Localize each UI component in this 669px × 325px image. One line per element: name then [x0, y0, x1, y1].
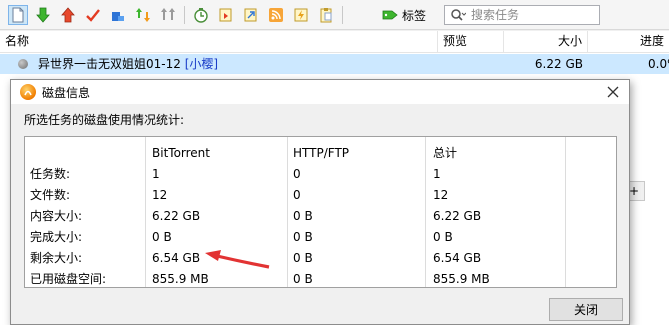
task-size: 6.22 GB: [534, 57, 583, 71]
stat-value: 6.54 GB: [152, 251, 201, 265]
task-progress: 0.0%: [648, 57, 669, 71]
stat-label: 完成大小:: [30, 230, 83, 244]
tag-label[interactable]: 标签: [402, 7, 426, 24]
stat-label: 已用磁盘空间:: [30, 272, 107, 286]
import-icon[interactable]: [216, 5, 236, 25]
column-name[interactable]: 名称: [0, 31, 438, 53]
stat-value: 6.22 GB: [152, 209, 201, 223]
stat-value: 1: [152, 167, 160, 181]
toolbar-separator: [342, 6, 343, 24]
priority-arrows-icon[interactable]: [133, 5, 153, 25]
clipboard-icon[interactable]: [316, 5, 336, 25]
close-icon[interactable]: [601, 81, 625, 103]
column-divider: [287, 137, 288, 287]
checkmark-icon[interactable]: [83, 5, 103, 25]
disk-stats-table: BitTorrent HTTP/FTP 总计 任务数: 1 0 1 文件数: 1…: [24, 136, 617, 288]
tag-icon[interactable]: [380, 5, 400, 25]
toolbar-separator: [184, 6, 185, 24]
header-total: 总计: [433, 146, 458, 160]
close-button[interactable]: 关闭: [549, 298, 623, 321]
task-row[interactable]: 异世界一击无双姐姐01-12 [小樱] 6.22 GB 0.0%: [0, 54, 669, 74]
search-input[interactable]: [471, 8, 596, 22]
search-icon[interactable]: [445, 6, 471, 24]
stat-value: 0: [293, 167, 301, 181]
task-name: 异世界一击无双姐姐01-12 [小樱]: [38, 54, 218, 74]
stat-value: 0 B: [293, 272, 313, 286]
stat-value: 0 B: [293, 209, 313, 223]
status-dot-icon: [18, 59, 28, 69]
timer-icon[interactable]: [191, 5, 211, 25]
move-bottom-icon[interactable]: [108, 5, 128, 25]
stat-value: 855.9 MB: [152, 272, 209, 286]
stat-label: 内容大小:: [30, 209, 83, 223]
task-title: 异世界一击无双姐姐01-12: [38, 57, 181, 71]
disk-info-dialog: 磁盘信息 所选任务的磁盘使用情况统计: BitTorrent HTTP/FTP …: [10, 79, 630, 325]
new-task-icon[interactable]: [8, 5, 28, 25]
column-divider: [425, 137, 426, 287]
column-preview[interactable]: 预览: [438, 31, 504, 53]
stat-value: 1: [433, 167, 441, 181]
upload-arrow-icon[interactable]: [58, 5, 78, 25]
stat-value: 0 B: [433, 230, 453, 244]
stat-value: 12: [433, 188, 449, 202]
header-bittorrent: BitTorrent: [152, 146, 210, 160]
column-progress[interactable]: 进度: [588, 31, 669, 53]
rss-icon[interactable]: [266, 5, 286, 25]
search-box[interactable]: [444, 5, 600, 25]
export-icon[interactable]: [241, 5, 261, 25]
dialog-description: 所选任务的磁盘使用情况统计:: [24, 113, 185, 127]
annotation-arrow-icon: [205, 250, 270, 269]
task-tag[interactable]: [小樱]: [185, 57, 218, 71]
app-logo-icon: [20, 84, 36, 100]
stat-value: 0 B: [152, 230, 172, 244]
list-header: 名称 预览 大小 进度: [0, 31, 669, 53]
stat-label: 剩余大小:: [30, 251, 83, 265]
column-size[interactable]: 大小: [504, 31, 588, 53]
stat-value: 0: [293, 188, 301, 202]
queue-arrows-icon[interactable]: [158, 5, 178, 25]
speed-icon[interactable]: [291, 5, 311, 25]
stat-value: 6.22 GB: [433, 209, 482, 223]
stat-value: 855.9 MB: [433, 272, 490, 286]
dialog-titlebar: 磁盘信息: [11, 80, 629, 104]
stat-value: 0 B: [293, 230, 313, 244]
stat-label: 任务数:: [30, 167, 71, 181]
app-window: 标签 名称 预览 大小 进度 异世界一击无双姐姐01-12 [小樱] 6.22 …: [0, 0, 669, 325]
stat-value: 0 B: [293, 251, 313, 265]
column-divider: [565, 137, 566, 287]
toolbar: 标签: [0, 0, 669, 30]
dialog-title: 磁盘信息: [42, 86, 91, 100]
stat-label: 文件数:: [30, 188, 71, 202]
stat-value: 6.54 GB: [433, 251, 482, 265]
column-divider: [145, 137, 146, 287]
download-arrow-icon[interactable]: [33, 5, 53, 25]
stat-value: 12: [152, 188, 168, 202]
header-httpftp: HTTP/FTP: [293, 146, 350, 160]
